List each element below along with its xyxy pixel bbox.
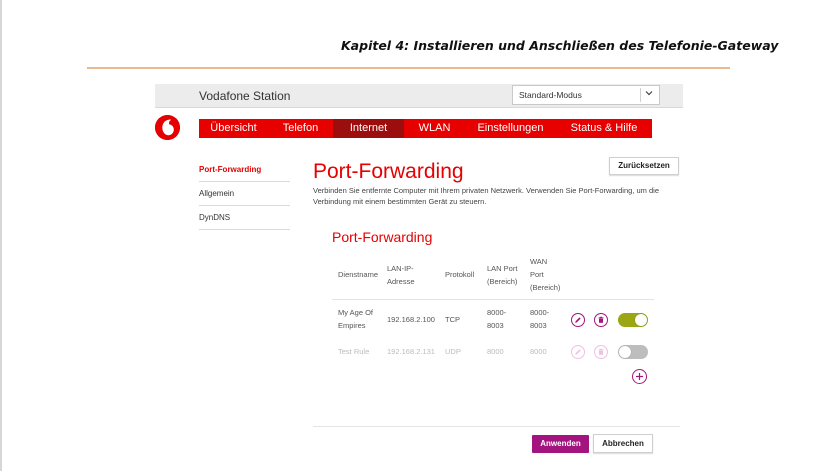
mode-select[interactable]: Standard-Modus	[512, 85, 660, 105]
column-header-protocol: Protokoll	[445, 270, 475, 279]
pencil-icon[interactable]	[571, 313, 585, 327]
cell-protocol: TCP	[445, 315, 460, 324]
cell-lan-port: 8000-8003	[487, 308, 507, 330]
column-header-lan-port: LAN Port (Bereich)	[487, 264, 518, 286]
column-header-service-name: Dienstname	[338, 270, 379, 279]
cell-wan-port: 8000-8003	[530, 308, 550, 330]
cancel-button[interactable]: Abbrechen	[593, 434, 653, 453]
cell-service-name: My Age Of Empires	[338, 308, 374, 330]
column-header-wan-port: WAN Port (Bereich)	[530, 257, 561, 292]
page-edge-rule	[0, 0, 2, 471]
section-title: Port-Forwarding	[332, 229, 433, 245]
column-header-lan-ip: LAN-IP-Adresse	[387, 264, 415, 286]
nav-item-wlan[interactable]: WLAN	[404, 119, 465, 138]
nav-item-internet[interactable]: Internet	[333, 119, 404, 138]
cell-service-name: Test Rule	[338, 347, 370, 356]
trash-icon[interactable]	[594, 313, 608, 327]
cell-lan-ip: 192.168.2.131	[387, 347, 435, 356]
cell-lan-port: 8000	[487, 347, 504, 356]
reset-button[interactable]: Zurücksetzen	[609, 157, 679, 175]
enable-toggle[interactable]	[618, 313, 648, 327]
intro-text: Verbinden Sie entfernte Computer mit Ihr…	[313, 186, 659, 206]
toggle-knob	[635, 314, 647, 326]
page-title: Port-Forwarding	[313, 160, 464, 183]
pencil-icon[interactable]	[571, 345, 585, 359]
sidebar-item-port-forwarding[interactable]: Port-Forwarding	[199, 158, 290, 182]
nav-item-overview[interactable]: Übersicht	[199, 119, 268, 138]
mode-select-divider	[640, 88, 641, 102]
cell-wan-port: 8000	[530, 347, 547, 356]
cell-protocol: UDP	[445, 347, 461, 356]
apply-button[interactable]: Anwenden	[532, 435, 589, 453]
mode-select-value: Standard-Modus	[519, 90, 582, 100]
toggle-knob	[619, 346, 631, 358]
sidebar: Port-Forwarding Allgemein DynDNS	[199, 158, 290, 230]
chapter-title: Kapitel 4: Installieren und Anschließen …	[341, 38, 779, 53]
plus-icon[interactable]	[632, 369, 647, 384]
table-header-divider	[332, 299, 654, 300]
nav-item-status-help[interactable]: Status & Hilfe	[556, 119, 652, 138]
vodafone-logo-icon[interactable]	[155, 115, 180, 140]
brand-name: Vodafone Station	[199, 89, 291, 103]
footer-divider	[313, 426, 680, 427]
sidebar-item-general[interactable]: Allgemein	[199, 182, 290, 206]
trash-icon[interactable]	[594, 345, 608, 359]
chapter-divider	[87, 67, 730, 69]
nav-item-settings[interactable]: Einstellungen	[465, 119, 556, 138]
nav-item-telephone[interactable]: Telefon	[268, 119, 333, 138]
document-page: Kapitel 4: Installieren und Anschließen …	[0, 0, 816, 471]
chevron-down-icon	[645, 89, 653, 99]
sidebar-item-dyndns[interactable]: DynDNS	[199, 206, 290, 230]
cell-lan-ip: 192.168.2.100	[387, 315, 435, 324]
enable-toggle[interactable]	[618, 345, 648, 359]
main-nav: Übersicht Telefon Internet WLAN Einstell…	[199, 119, 652, 138]
top-bar: Vodafone Station Standard-Modus	[155, 84, 683, 108]
